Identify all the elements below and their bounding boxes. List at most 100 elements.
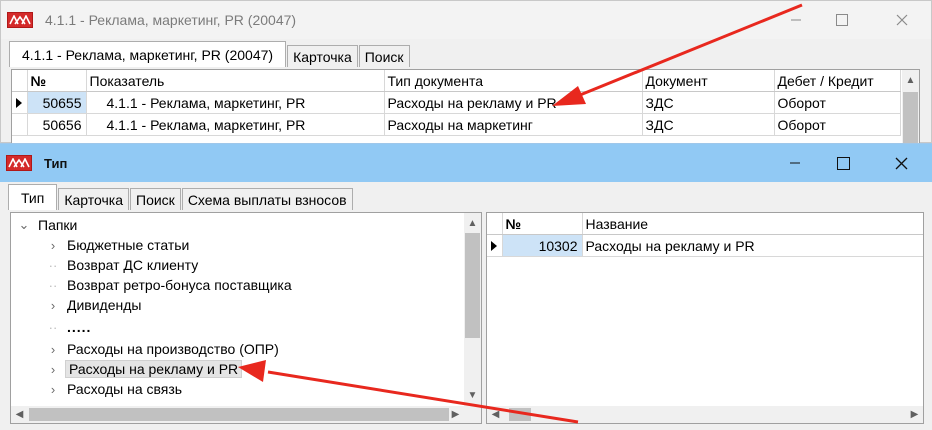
cell-document[interactable]: ЗДС [642, 113, 775, 136]
tab-search[interactable]: Поиск [358, 45, 410, 67]
tab-indicator[interactable]: 4.1.1 - Реклама, маркетинг, PR (20047) [9, 41, 287, 67]
chevron-right-icon[interactable]: › [45, 298, 61, 313]
title-bar[interactable]: Тип [0, 144, 932, 182]
tree-root[interactable]: ⌄ Папки [16, 215, 78, 235]
tab-payment-scheme[interactable]: Схема выплаты взносов [181, 188, 353, 210]
table-row[interactable]: 50656 4.1.1 - Реклама, маркетинг, PR Рас… [12, 113, 901, 136]
title-bar[interactable]: 4.1.1 - Реклама, маркетинг, PR (20047) [1, 1, 931, 39]
cell-name[interactable]: Расходы на рекламу и PR [582, 234, 923, 257]
tree-item-label: Расходы на связь [67, 381, 183, 397]
tree-item-label: Расходы на рекламу и PR [65, 360, 243, 378]
folder-tree: ⌄ Папки › Бюджетные статьи ·· Возврат ДС… [10, 212, 482, 424]
row-pointer-icon [487, 234, 503, 257]
tree-item[interactable]: › Расходы на связь [45, 379, 182, 399]
scroll-thumb[interactable] [509, 408, 531, 421]
list-header: № Название [487, 213, 923, 235]
scroll-up-icon[interactable]: ▲ [464, 215, 481, 232]
maximize-button[interactable] [819, 1, 865, 39]
table-row[interactable]: 10302 Расходы на рекламу и PR [487, 234, 923, 257]
minimize-button[interactable] [773, 1, 819, 39]
column-header-indicator[interactable]: Показатель [86, 70, 385, 92]
close-icon [896, 14, 908, 26]
tab-bar: Тип Карточка Поиск Схема выплаты взносов [8, 184, 354, 210]
tree-item-label: Дивиденды [67, 297, 142, 313]
tree-connector: ·· [48, 277, 58, 293]
close-icon [895, 157, 907, 169]
tree-connector: ·· [48, 257, 58, 273]
tab-search[interactable]: Поиск [130, 188, 181, 210]
close-button[interactable] [878, 144, 924, 182]
column-header-number[interactable]: № [502, 213, 583, 235]
scroll-down-icon[interactable]: ▼ [464, 387, 481, 404]
maximize-icon [836, 14, 848, 26]
window-type: Тип Тип Карточка Поиск Схема выплаты взн… [0, 143, 932, 430]
minimize-button[interactable] [772, 144, 818, 182]
scroll-left-icon[interactable]: ◀ [487, 406, 504, 423]
type-list: № Название 10302 Расходы на рекламу и PR… [486, 212, 924, 424]
column-header-debit-credit[interactable]: Дебет / Кредит [774, 70, 901, 92]
tab-bar: 4.1.1 - Реклама, маркетинг, PR (20047) К… [9, 41, 411, 67]
scroll-right-icon[interactable]: ▶ [906, 406, 923, 423]
horizontal-scrollbar[interactable]: ◀ ▶ [11, 406, 481, 423]
cell-number[interactable]: 50655 [27, 91, 87, 114]
tree-root-label: Папки [38, 217, 78, 233]
cell-indicator[interactable]: 4.1.1 - Реклама, маркетинг, PR [86, 113, 385, 136]
tree-item[interactable]: ·· Возврат ДС клиенту [45, 255, 199, 275]
cell-number[interactable]: 50656 [27, 113, 87, 136]
chevron-right-icon[interactable]: › [45, 238, 61, 253]
cell-doc-type[interactable]: Расходы на рекламу и PR [384, 91, 643, 114]
tab-card[interactable]: Карточка [287, 45, 358, 67]
scroll-up-icon[interactable]: ▲ [902, 72, 919, 89]
tab-type[interactable]: Тип [8, 184, 58, 210]
tree-item[interactable]: › Расходы на производство (ОПР) [45, 339, 279, 359]
chevron-right-icon[interactable]: › [45, 382, 61, 397]
scroll-left-icon[interactable]: ◀ [11, 406, 28, 423]
vertical-scrollbar[interactable]: ▲ ▼ [464, 213, 481, 406]
column-header-name[interactable]: Название [582, 213, 923, 235]
window-indicator: 4.1.1 - Реклама, маркетинг, PR (20047) 4… [0, 0, 932, 144]
column-header-doc-type[interactable]: Тип документа [384, 70, 643, 92]
cell-debit-credit[interactable]: Оборот [774, 113, 901, 136]
header-marker [487, 213, 503, 235]
row-pointer-icon [12, 91, 28, 114]
tree-item-label: ..... [67, 319, 92, 335]
chevron-down-icon[interactable]: ⌄ [16, 217, 32, 233]
window-title: Тип [44, 155, 68, 171]
tree-item[interactable]: › Дивиденды [45, 295, 142, 315]
chevron-right-icon[interactable]: › [45, 342, 61, 357]
chevron-right-icon[interactable]: › [45, 362, 61, 377]
row-marker [12, 113, 28, 136]
documents-grid: № Показатель Тип документа Документ Дебе… [11, 69, 920, 144]
cell-number[interactable]: 10302 [502, 234, 583, 257]
app-logo-icon [6, 155, 32, 171]
tree-item-selected[interactable]: › Расходы на рекламу и PR [45, 359, 243, 379]
scroll-thumb[interactable] [29, 408, 449, 421]
vertical-scrollbar[interactable]: ▲ [902, 70, 919, 144]
window-title: 4.1.1 - Реклама, маркетинг, PR (20047) [45, 12, 297, 28]
scroll-thumb[interactable] [903, 92, 918, 144]
cell-doc-type[interactable]: Расходы на маркетинг [384, 113, 643, 136]
tree-item[interactable]: ·· ..... [45, 315, 91, 339]
scroll-right-icon[interactable]: ▶ [447, 406, 464, 423]
grid-header: № Показатель Тип документа Документ Дебе… [12, 70, 901, 92]
column-header-document[interactable]: Документ [642, 70, 775, 92]
scroll-thumb[interactable] [465, 233, 480, 338]
close-button[interactable] [879, 1, 925, 39]
tab-card[interactable]: Карточка [58, 188, 130, 210]
maximize-button[interactable] [820, 144, 866, 182]
tree-item-label: Возврат ДС клиенту [67, 257, 199, 273]
tree-connector: ·· [48, 319, 58, 335]
cell-indicator[interactable]: 4.1.1 - Реклама, маркетинг, PR [86, 91, 385, 114]
cell-debit-credit[interactable]: Оборот [774, 91, 901, 114]
tree-item[interactable]: ·· Возврат ретро-бонуса поставщика [45, 275, 292, 295]
cell-document[interactable]: ЗДС [642, 91, 775, 114]
minimize-icon [791, 19, 801, 21]
horizontal-scrollbar[interactable]: ◀ ▶ [487, 406, 923, 423]
table-row[interactable]: 50655 4.1.1 - Реклама, маркетинг, PR Рас… [12, 91, 901, 114]
header-marker [12, 70, 28, 92]
minimize-icon [790, 162, 800, 164]
tree-item[interactable]: › Бюджетные статьи [45, 235, 190, 255]
tree-item-label: Расходы на производство (ОПР) [67, 341, 279, 357]
maximize-icon [836, 156, 850, 170]
column-header-number[interactable]: № [27, 70, 87, 92]
